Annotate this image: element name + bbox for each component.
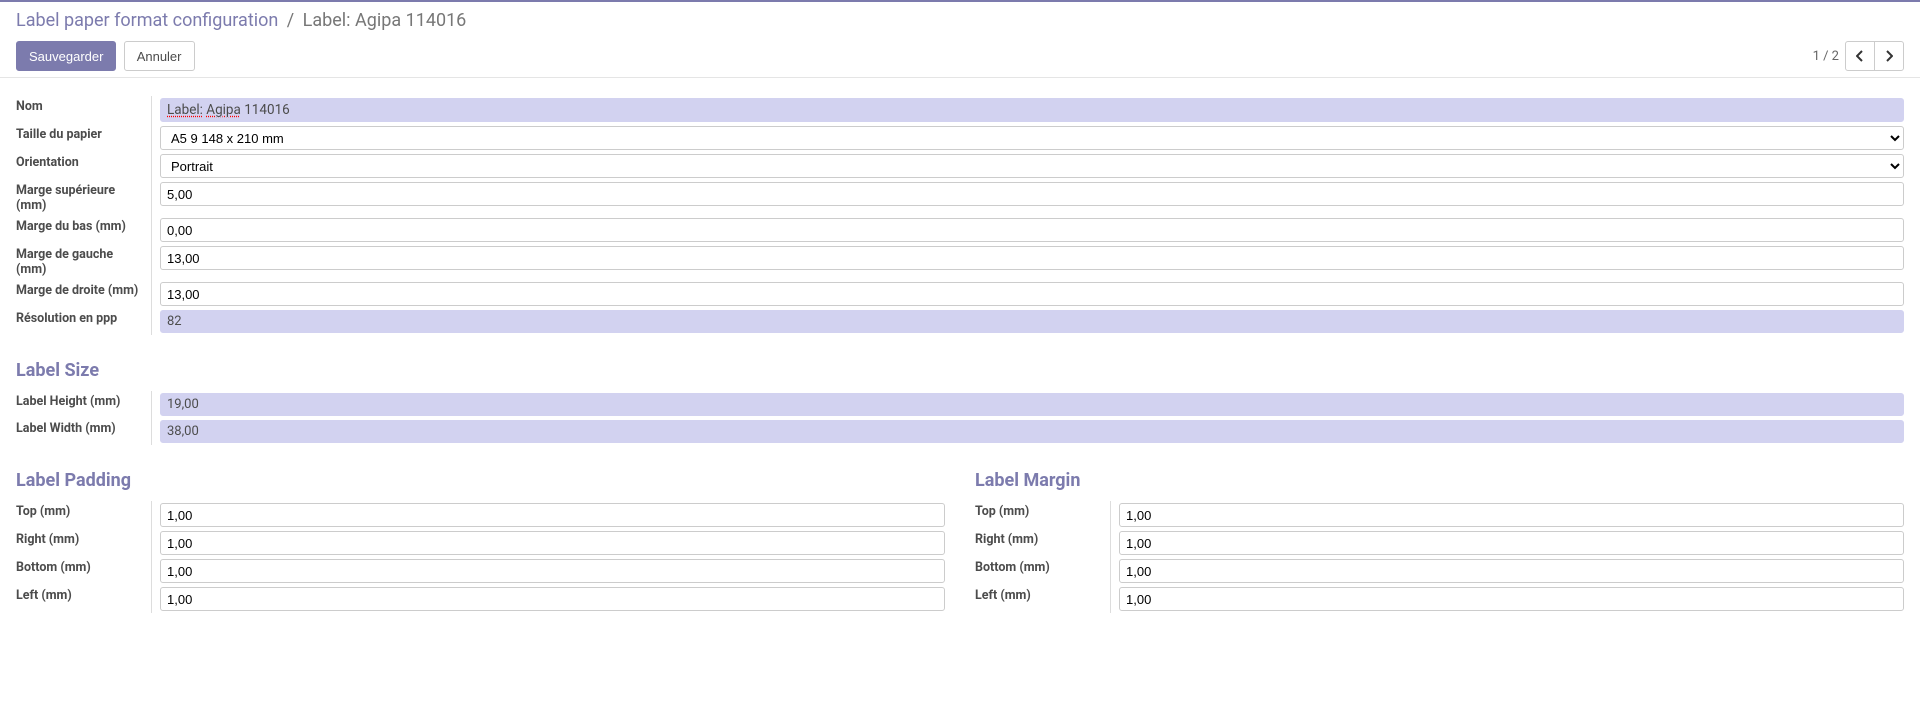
action-buttons: Sauvegarder Annuler xyxy=(16,41,195,71)
paper-size-select[interactable]: A5 9 148 x 210 mm xyxy=(160,126,1904,150)
section-title-label-margin: Label Margin xyxy=(975,470,1904,491)
padding-right-label: Right (mm) xyxy=(16,529,151,557)
margin-right-input[interactable] xyxy=(160,282,1904,306)
label-name: Nom xyxy=(16,96,151,124)
save-button[interactable]: Sauvegarder xyxy=(16,41,116,71)
margin2-left-label: Left (mm) xyxy=(975,585,1110,613)
label-paper-size: Taille du papier xyxy=(16,124,151,152)
label-margin-bottom: Marge du bas (mm) xyxy=(16,216,151,244)
margin2-top-input[interactable] xyxy=(1119,503,1904,527)
label-margin-left: Marge de gauche (mm) xyxy=(16,244,151,280)
dpi-value: 82 xyxy=(160,310,1904,333)
margin2-left-input[interactable] xyxy=(1119,587,1904,611)
discard-button[interactable]: Annuler xyxy=(124,41,195,71)
margin-left-input[interactable] xyxy=(160,246,1904,270)
margin2-bottom-label: Bottom (mm) xyxy=(975,557,1110,585)
margin-top-input[interactable] xyxy=(160,182,1904,206)
label-height-value: 19,00 xyxy=(160,393,1904,416)
margin2-right-label: Right (mm) xyxy=(975,529,1110,557)
breadcrumb-separator: / xyxy=(287,10,294,31)
orientation-select[interactable]: Portrait xyxy=(160,154,1904,178)
divider xyxy=(0,77,1920,78)
label-margin-form: Top (mm) Right (mm) Bottom (mm) Left (mm… xyxy=(975,501,1904,613)
chevron-right-icon xyxy=(1885,50,1893,62)
label-padding-form: Top (mm) Right (mm) Bottom (mm) Left (mm… xyxy=(16,501,945,613)
label-dpi: Résolution en ppp xyxy=(16,308,151,335)
main-form: Nom Label: Agipa 114016 Taille du papier… xyxy=(16,96,1904,335)
padding-left-label: Left (mm) xyxy=(16,585,151,613)
breadcrumb-current: Label: Agipa 114016 xyxy=(303,10,467,31)
pager-prev-button[interactable] xyxy=(1845,41,1875,71)
section-title-label-size: Label Size xyxy=(16,360,1904,381)
label-orientation: Orientation xyxy=(16,152,151,180)
margin2-right-input[interactable] xyxy=(1119,531,1904,555)
label-margin-top: Marge supérieure (mm) xyxy=(16,180,151,216)
pager-next-button[interactable] xyxy=(1874,41,1904,71)
padding-bottom-input[interactable] xyxy=(160,559,945,583)
padding-top-label: Top (mm) xyxy=(16,501,151,529)
label-width-label: Label Width (mm) xyxy=(16,418,151,445)
label-size-form: Label Height (mm) 19,00 Label Width (mm)… xyxy=(16,391,1904,445)
label-height-label: Label Height (mm) xyxy=(16,391,151,418)
padding-left-input[interactable] xyxy=(160,587,945,611)
section-title-label-padding: Label Padding xyxy=(16,470,945,491)
breadcrumb-parent-link[interactable]: Label paper format configuration xyxy=(16,10,278,31)
padding-right-input[interactable] xyxy=(160,531,945,555)
label-width-value: 38,00 xyxy=(160,420,1904,443)
padding-bottom-label: Bottom (mm) xyxy=(16,557,151,585)
chevron-left-icon xyxy=(1856,50,1864,62)
name-value: Label: Agipa 114016 xyxy=(160,98,1904,122)
padding-top-input[interactable] xyxy=(160,503,945,527)
pager-position: 1 / 2 xyxy=(1813,49,1839,64)
breadcrumb: Label paper format configuration / Label… xyxy=(16,10,1904,31)
label-margin-right: Marge de droite (mm) xyxy=(16,280,151,308)
margin2-bottom-input[interactable] xyxy=(1119,559,1904,583)
pager: 1 / 2 xyxy=(1813,41,1904,71)
margin2-top-label: Top (mm) xyxy=(975,501,1110,529)
margin-bottom-input[interactable] xyxy=(160,218,1904,242)
